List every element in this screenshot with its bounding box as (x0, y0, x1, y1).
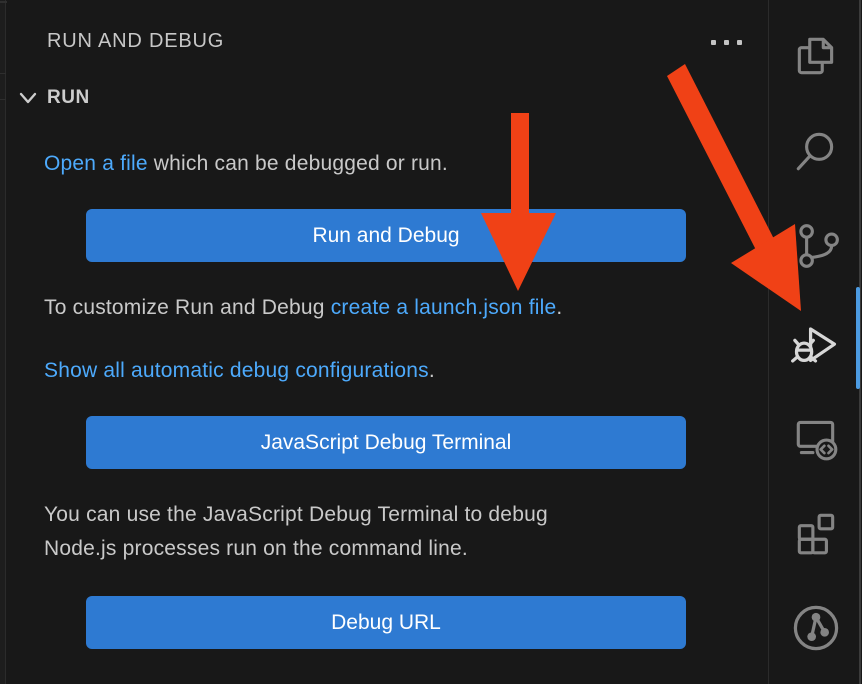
customize-text: To customize Run and Debug create a laun… (44, 294, 562, 322)
intro-text: Open a file which can be debugged or run… (44, 150, 448, 178)
ellipsis-icon (711, 40, 716, 45)
left-edge-strip (0, 0, 6, 684)
debug-url-button[interactable]: Debug URL (86, 596, 686, 649)
remote-explorer-icon (791, 413, 841, 463)
activity-bar-item-remote-explorer[interactable] (769, 390, 862, 485)
ellipsis-icon (724, 40, 729, 45)
pane-title: RUN AND DEBUG (47, 30, 224, 53)
show-all-configurations-link[interactable]: Show all automatic debug configurations (44, 359, 429, 382)
source-control-icon (791, 221, 841, 271)
activity-bar (768, 0, 862, 684)
ellipsis-icon (737, 40, 742, 45)
search-icon (791, 126, 841, 176)
chevron-down-icon (17, 87, 39, 109)
extensions-icon (791, 508, 841, 558)
more-actions-button[interactable] (707, 36, 746, 49)
divider (0, 99, 6, 100)
run-and-debug-icon (790, 316, 842, 368)
run-section-header[interactable]: RUN (17, 87, 90, 109)
activity-bar-item-live-share[interactable] (769, 580, 862, 675)
divider (0, 73, 6, 74)
run-and-debug-panel: RUN AND DEBUG RUN Open a file which can … (7, 0, 768, 684)
explorer-icon (791, 31, 841, 81)
javascript-debug-terminal-button[interactable]: JavaScript Debug Terminal (86, 416, 686, 469)
show-configs-period: . (429, 359, 435, 382)
terminal-note-line-1: You can use the JavaScript Debug Termina… (44, 501, 548, 529)
intro-text-rest: which can be debugged or run. (148, 152, 448, 175)
run-and-debug-button[interactable]: Run and Debug (86, 209, 686, 262)
open-a-file-link[interactable]: Open a file (44, 152, 148, 175)
show-configs-text: Show all automatic debug configurations. (44, 357, 435, 385)
vscode-run-and-debug-view: RUN AND DEBUG RUN Open a file which can … (0, 0, 862, 684)
activity-bar-item-source-control[interactable] (769, 198, 862, 293)
active-view-indicator (856, 287, 860, 389)
customize-text-after: . (556, 296, 562, 319)
activity-bar-item-explorer[interactable] (769, 8, 862, 103)
activity-bar-item-extensions[interactable] (769, 485, 862, 580)
create-launch-json-link[interactable]: create a launch.json file (331, 296, 557, 319)
terminal-note-line-2: Node.js processes run on the command lin… (44, 535, 468, 563)
run-section-label: RUN (47, 87, 90, 109)
activity-bar-item-search[interactable] (769, 103, 862, 198)
live-share-icon (790, 602, 842, 654)
customize-text-before: To customize Run and Debug (44, 296, 331, 319)
activity-bar-item-run-and-debug[interactable] (769, 294, 862, 389)
